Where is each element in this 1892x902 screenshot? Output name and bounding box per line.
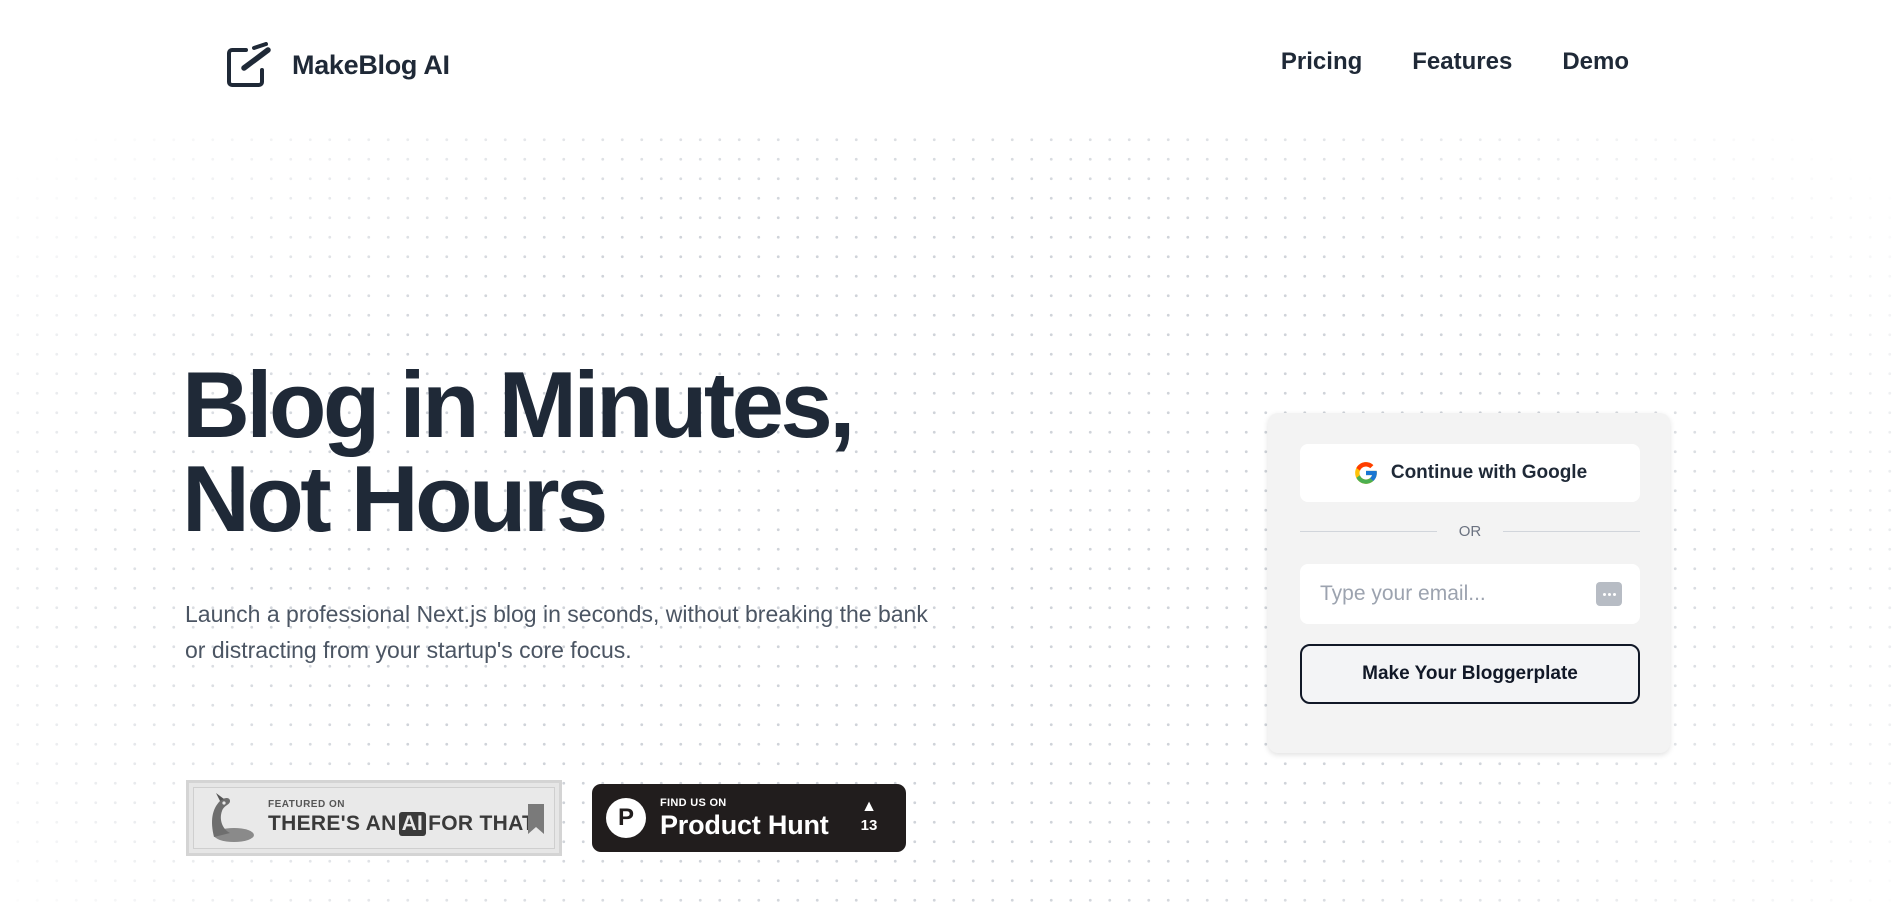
- or-divider: OR: [1300, 523, 1640, 540]
- aift-badge-inner: FEATURED ON THERE'S AN AI FOR THAT: [193, 787, 555, 849]
- product-hunt-find-us: FIND US ON: [660, 796, 727, 809]
- email-field-wrapper: [1300, 564, 1640, 624]
- continue-with-google-button[interactable]: Continue with Google: [1300, 444, 1640, 502]
- site-header: MakeBlog AI Pricing Features Demo: [0, 0, 1892, 120]
- nav-pricing-link[interactable]: Pricing: [1281, 48, 1362, 76]
- theres-an-ai-for-that-badge[interactable]: FEATURED ON THERE'S AN AI FOR THAT: [186, 780, 562, 856]
- aift-title-ai: AI: [398, 812, 427, 836]
- upvote-count: 13: [860, 817, 878, 834]
- make-bloggerplate-button[interactable]: Make Your Bloggerplate: [1300, 644, 1640, 704]
- divider-line-right: [1503, 531, 1640, 532]
- aift-featured-on: FEATURED ON: [268, 799, 345, 810]
- aift-mascot-icon: [212, 793, 254, 842]
- product-hunt-badge[interactable]: P FIND US ON Product Hunt ▲ 13: [592, 784, 906, 852]
- password-manager-icon[interactable]: [1596, 582, 1622, 606]
- product-hunt-logo-icon: P: [606, 798, 646, 838]
- aift-title: THERE'S AN AI FOR THAT: [268, 811, 535, 837]
- product-hunt-text: FIND US ON Product Hunt: [660, 797, 829, 840]
- aift-title-before: THERE'S AN: [268, 812, 397, 835]
- signup-card: Continue with Google OR Make Your Blogge…: [1268, 413, 1670, 753]
- google-button-label: Continue with Google: [1390, 462, 1588, 483]
- product-hunt-votes: ▲ 13: [858, 798, 880, 836]
- divider-text: OR: [1458, 523, 1482, 540]
- divider-line-left: [1300, 531, 1437, 532]
- aift-badge-text: FEATURED ON THERE'S AN AI FOR THAT: [268, 799, 535, 837]
- hero-subtitle: Launch a professional Next.js blog in se…: [185, 601, 928, 663]
- brand-logo-link[interactable]: MakeBlog AI: [226, 42, 450, 88]
- aift-title-after: FOR THAT: [428, 812, 536, 835]
- main-nav: Pricing Features Demo: [1281, 48, 1629, 76]
- landing-page: MakeBlog AI Pricing Features Demo Blog i…: [0, 0, 1892, 902]
- upvote-arrow-icon: ▲: [861, 798, 877, 815]
- nav-features-link[interactable]: Features: [1412, 48, 1512, 76]
- hero-title-line-1: Blog in Minutes,: [182, 352, 855, 457]
- hero-title: Blog in Minutes, Not Hours: [182, 352, 855, 551]
- email-input[interactable]: [1300, 564, 1640, 624]
- google-icon: [1355, 462, 1377, 484]
- edit-square-icon: [227, 42, 271, 87]
- product-hunt-title: Product Hunt: [660, 809, 829, 840]
- bookmark-icon: [528, 804, 544, 834]
- hero-title-line-2: Not Hours: [182, 446, 608, 551]
- nav-demo-link[interactable]: Demo: [1562, 48, 1629, 76]
- brand-name: MakeBlog AI: [292, 49, 450, 80]
